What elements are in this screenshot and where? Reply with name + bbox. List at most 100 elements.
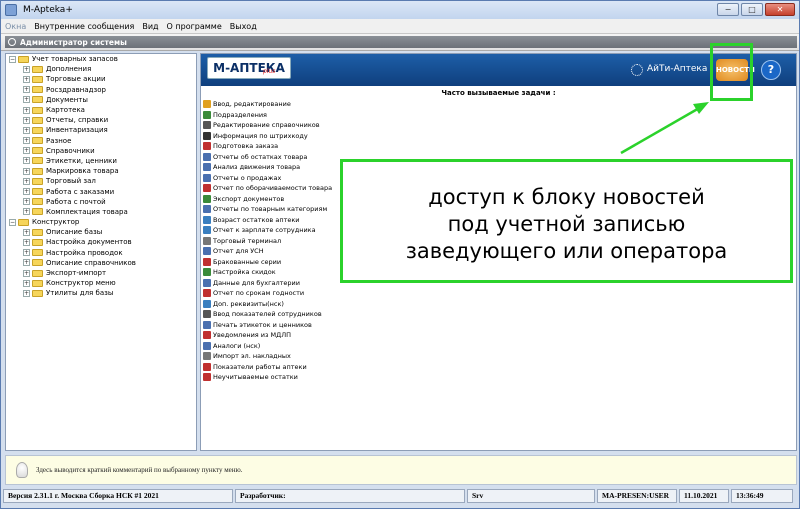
menu-internal-messages[interactable]: Внутренние сообщения bbox=[30, 22, 138, 31]
task-item[interactable]: Показатели работы аптеки bbox=[203, 362, 363, 373]
expand-icon[interactable]: + bbox=[23, 259, 30, 267]
task-label: Возраст остатков аптеки bbox=[213, 215, 300, 224]
task-item[interactable]: Уведомления из МДЛП bbox=[203, 330, 363, 341]
task-icon bbox=[203, 341, 211, 350]
expand-icon[interactable]: + bbox=[23, 249, 30, 257]
tree-item[interactable]: + Отчеты, справки bbox=[6, 115, 196, 125]
expand-icon[interactable]: + bbox=[23, 198, 30, 206]
expand-icon[interactable]: + bbox=[23, 279, 30, 287]
task-item[interactable]: Отчет по оборачиваемости товара bbox=[203, 183, 363, 194]
tree-item[interactable]: + Описание базы bbox=[6, 227, 196, 237]
tree-item[interactable]: + Утилиты для базы bbox=[6, 288, 196, 298]
tree-item[interactable]: − Конструктор bbox=[6, 217, 196, 227]
expand-icon[interactable]: + bbox=[23, 106, 30, 114]
help-button[interactable]: ? bbox=[761, 60, 781, 80]
expand-icon[interactable]: + bbox=[23, 96, 30, 104]
tree-item[interactable]: + Торговые акции bbox=[6, 74, 196, 84]
tree-item[interactable]: − Учет товарных запасов bbox=[6, 54, 196, 64]
menu-view[interactable]: Вид bbox=[138, 22, 162, 31]
collapse-icon[interactable]: − bbox=[9, 218, 16, 226]
task-item[interactable]: Экспорт документов bbox=[203, 194, 363, 205]
folder-icon bbox=[32, 157, 43, 165]
tree-item-label: Дополнения bbox=[46, 65, 92, 74]
close-button[interactable]: ✕ bbox=[765, 3, 795, 16]
task-item[interactable]: Торговый терминал bbox=[203, 236, 363, 247]
task-item[interactable]: Данные для бухгалтерии bbox=[203, 278, 363, 289]
task-item[interactable]: Импорт эл. накладных bbox=[203, 351, 363, 362]
tree-item[interactable]: + Дополнения bbox=[6, 64, 196, 74]
itc-link[interactable]: АйТи-Аптека bbox=[647, 64, 707, 74]
tree-item[interactable]: + Конструктор меню bbox=[6, 278, 196, 288]
task-item[interactable]: Подготовка заказа bbox=[203, 141, 363, 152]
task-item[interactable]: Ввод показателей сотрудников bbox=[203, 309, 363, 320]
expand-icon[interactable]: + bbox=[23, 167, 30, 175]
minimize-button[interactable]: − bbox=[717, 3, 739, 16]
expand-icon[interactable]: + bbox=[23, 188, 30, 196]
banner: М-АПТЕКА plus АйТи-Аптека НОВОСТИ ? bbox=[201, 54, 796, 86]
tree-item-label: Отчеты, справки bbox=[46, 116, 109, 125]
expand-icon[interactable]: + bbox=[23, 116, 30, 124]
tree-item[interactable]: + Маркировка товара bbox=[6, 166, 196, 176]
task-item[interactable]: Отчеты об остатках товара bbox=[203, 152, 363, 163]
task-item[interactable]: Настройка скидок bbox=[203, 267, 363, 278]
collapse-icon[interactable]: − bbox=[9, 55, 16, 63]
tasks-title: Часто вызываемые задачи : bbox=[441, 89, 556, 97]
expand-icon[interactable]: + bbox=[23, 208, 30, 216]
expand-icon[interactable]: + bbox=[23, 177, 30, 185]
task-item[interactable]: Подразделения bbox=[203, 110, 363, 121]
tree-item[interactable]: + Работа с почтой bbox=[6, 197, 196, 207]
task-item[interactable]: Анализ движения товара bbox=[203, 162, 363, 173]
expand-icon[interactable]: + bbox=[23, 126, 30, 134]
expand-icon[interactable]: + bbox=[23, 157, 30, 165]
task-item[interactable]: Неучитываемые остатки bbox=[203, 372, 363, 383]
maximize-button[interactable]: □ bbox=[741, 3, 763, 16]
expand-icon[interactable]: + bbox=[23, 75, 30, 83]
task-item[interactable]: Отчет для УСН bbox=[203, 246, 363, 257]
tree-item[interactable]: + Комплектация товара bbox=[6, 207, 196, 217]
menu-about[interactable]: О программе bbox=[163, 22, 226, 31]
tree-item[interactable]: + Справочники bbox=[6, 146, 196, 156]
task-item[interactable]: Отчет по срокам годности bbox=[203, 288, 363, 299]
tree-item[interactable]: + Описание справочников bbox=[6, 258, 196, 268]
annotation-line: доступ к блоку новостей bbox=[428, 185, 705, 209]
expand-icon[interactable]: + bbox=[23, 269, 30, 277]
tree-item[interactable]: + Документы bbox=[6, 95, 196, 105]
tree-item[interactable]: + Настройка проводок bbox=[6, 248, 196, 258]
task-item[interactable]: Отчет к зарплате сотрудника bbox=[203, 225, 363, 236]
expand-icon[interactable]: + bbox=[23, 289, 30, 297]
expand-icon[interactable]: + bbox=[23, 238, 30, 246]
task-label: Отчеты об остатках товара bbox=[213, 152, 308, 161]
tree-item[interactable]: + Росздравнадзор bbox=[6, 85, 196, 95]
task-item[interactable]: Редактирование справочников bbox=[203, 120, 363, 131]
expand-icon[interactable]: + bbox=[23, 228, 30, 236]
tree-item[interactable]: + Картотека bbox=[6, 105, 196, 115]
menu-exit[interactable]: Выход bbox=[226, 22, 261, 31]
task-item[interactable]: Бракованные серии bbox=[203, 257, 363, 268]
expand-icon[interactable]: + bbox=[23, 147, 30, 155]
tree-item[interactable]: + Экспорт-импорт bbox=[6, 268, 196, 278]
tree-item[interactable]: + Этикетки, ценники bbox=[6, 156, 196, 166]
tree-item[interactable]: + Работа с заказами bbox=[6, 186, 196, 196]
task-item[interactable]: Ввод, редактирование bbox=[203, 99, 363, 110]
menu-windows[interactable]: Окна bbox=[1, 22, 30, 31]
tree-item[interactable]: + Торговый зал bbox=[6, 176, 196, 186]
task-item[interactable]: Отчеты по товарным категориям bbox=[203, 204, 363, 215]
task-item[interactable]: Отчеты о продажах bbox=[203, 173, 363, 184]
task-icon bbox=[203, 299, 211, 308]
tree-item[interactable]: + Разное bbox=[6, 136, 196, 146]
task-item[interactable]: Возраст остатков аптеки bbox=[203, 215, 363, 226]
task-label: Ввод показателей сотрудников bbox=[213, 310, 322, 319]
tree-item-label: Описание справочников bbox=[46, 258, 136, 267]
expand-icon[interactable]: + bbox=[23, 86, 30, 94]
task-item[interactable]: Доп. реквизиты(нск) bbox=[203, 299, 363, 310]
task-item[interactable]: Информация по штрихкоду bbox=[203, 131, 363, 142]
task-label: Доп. реквизиты(нск) bbox=[213, 299, 284, 308]
tree-item[interactable]: + Инвентаризация bbox=[6, 125, 196, 135]
expand-icon[interactable]: + bbox=[23, 137, 30, 145]
tree-item-label: Работа с заказами bbox=[46, 187, 115, 196]
task-item[interactable]: Печать этикеток и ценников bbox=[203, 320, 363, 331]
tree-item[interactable]: + Настройка документов bbox=[6, 237, 196, 247]
expand-icon[interactable]: + bbox=[23, 65, 30, 73]
tree-item-label: Конструктор меню bbox=[46, 279, 116, 288]
task-item[interactable]: Аналоги (нск) bbox=[203, 341, 363, 352]
